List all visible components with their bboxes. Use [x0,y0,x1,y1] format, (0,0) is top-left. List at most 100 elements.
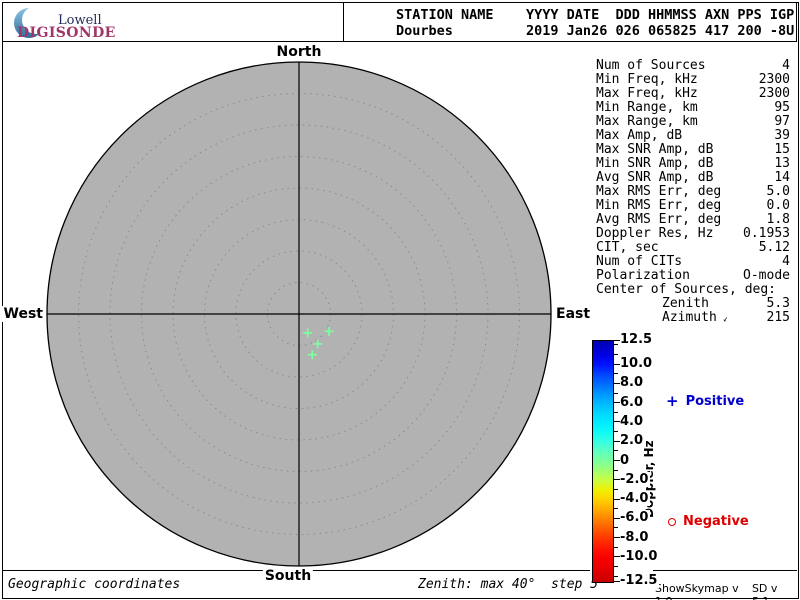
compass-label-south: South [262,568,314,584]
stat-label: Polarization [596,268,690,283]
colorbar-minor-tick [614,469,618,471]
app-version-label: ShowSkymap v 1.0 [655,582,739,600]
stat-label: Min Range, km [596,100,698,115]
stat-label: Min RMS Err, deg [596,198,722,213]
stat-row: Max Freq, kHz 2300 [596,87,790,101]
sd-version-label: SD v 5.1 [751,582,778,600]
stat-row: Min SNR Amp, dB 13 [596,157,790,171]
colorbar-minor-tick [614,373,618,375]
logo-text-digisonde: DIGISONDE [17,25,116,41]
stat-value: O-mode [743,268,790,283]
legend-positive: + Positive [666,394,745,410]
stat-label: Num of CITs [596,254,683,269]
stat-label: Avg RMS Err, deg [596,212,722,227]
stat-label: Max Range, km [596,114,698,129]
colorbar-minor-tick [614,392,618,394]
stat-row: Avg SNR Amp, dB 14 [596,171,790,185]
stat-value: 2300 [758,72,790,87]
colorbar-minor-tick [614,546,618,548]
stat-row: Polarization O-mode [596,269,790,283]
colorbar-tick-label: -4.0 [620,491,651,507]
colorbar-tick-label: 4.0 [620,413,646,429]
stat-label: Zenith [662,296,709,311]
stat-row: Avg RMS Err, deg 1.8 [596,213,790,227]
zenith-scale-label: Zenith: max 40° step 5° [418,577,606,592]
stat-label: Center of Sources, deg: [596,282,777,297]
showskymap-window: Lowell DIGISONDE STATION NAME YYYY DATE … [0,0,800,600]
stat-value: 5.12 [758,240,790,255]
legend-negative-label: Negative [683,514,749,529]
stat-value: 5.3 [766,296,790,311]
doppler-colorbar [592,340,614,583]
stat-label: Min SNR Amp, dB [596,156,714,171]
stat-label: Max SNR Amp, dB [596,142,714,157]
compass-label-west: West [0,306,43,322]
coordinates-mode-label: Geographic coordinates [8,577,181,592]
stat-row: Center of Sources, deg: [596,283,790,297]
stat-value: 15 [774,142,790,157]
colorbar-tick-label: -2.0 [620,471,651,487]
stat-row: Zenith 5.3 [596,297,790,311]
stat-row: Num of Sources 4 [596,59,790,73]
compass-label-north: North [276,44,322,60]
station-info-column-headers: STATION NAME YYYY DATE DDD HHMMSS AXN PP… [396,7,795,23]
colorbar-tick-label: 0 [620,452,632,468]
stat-value: 1.8 [766,212,790,227]
stat-row: Max Range, km 97 [596,115,790,129]
station-info-values: Dourbes 2019 Jan26 026 065825 417 200 -8… [396,23,795,39]
stat-row: Min RMS Err, deg 0.0 [596,199,790,213]
measurement-stats-panel: Num of Sources 4 Min Freq, kHz 2300 Max Freq… [596,59,790,325]
colorbar-tick-label: 2.0 [620,433,646,449]
colorbar-tick-label: 10.0 [620,356,655,372]
stat-label: Max RMS Err, deg [596,184,722,199]
stat-value: 13 [774,156,790,171]
stat-label: CIT, sec [596,240,659,255]
stat-row: Num of CITs 4 [596,255,790,269]
stat-row: Azimuth ↑ 215 [596,311,790,325]
stat-row: Max Amp, dB 39 [596,129,790,143]
version-info: ShowSkymap v 1.0 SD v 5.1 [655,582,795,600]
stat-value: 215 [766,310,790,325]
azimuth-direction-arrow-icon: ↑ [720,313,731,325]
colorbar-tick-label: -6.0 [620,510,651,526]
lowell-digisonde-logo: Lowell DIGISONDE [3,3,344,41]
stat-label: Max Freq, kHz [596,86,698,101]
stat-value: 4 [782,58,790,73]
colorbar-tick-label: -12.5 [620,573,660,588]
stat-label: Avg SNR Amp, dB [596,170,714,185]
stat-label: Num of Sources [596,58,706,73]
colorbar-minor-tick [614,566,618,568]
colorbar-minor-tick [614,575,618,577]
colorbar-tick-label: -8.0 [620,529,651,545]
colorbar-minor-tick [614,353,618,355]
stat-label: Doppler Res, Hz [596,226,714,241]
stat-label: Min Freq, kHz [596,72,698,87]
stat-value: 2300 [758,86,790,101]
colorbar-minor-tick [614,527,618,529]
colorbar-minor-tick [614,431,618,433]
stat-value: 0.1953 [743,226,790,241]
stat-row: Max SNR Amp, dB 15 [596,143,790,157]
stat-row: CIT, sec 5.12 [596,241,790,255]
legend-negative: Negative [668,514,749,529]
stat-value: 0.0 [766,198,790,213]
stat-row: Min Freq, kHz 2300 [596,73,790,87]
stat-row: Min Range, km 95 [596,101,790,115]
colorbar-minor-tick [614,411,618,413]
colorbar-minor-tick [614,508,618,510]
stat-row: Max RMS Err, deg 5.0 [596,185,790,199]
stat-label: Max Amp, dB [596,128,683,143]
stat-row: Doppler Res, Hz 0.1953 [596,227,790,241]
colorbar-tick-label: 6.0 [620,394,646,410]
colorbar-tick-label: -10.0 [620,548,660,564]
header-bar: Lowell DIGISONDE STATION NAME YYYY DATE … [2,2,797,42]
colorbar-tick-label: 12.5 [620,332,655,347]
stat-value: 95 [774,100,790,115]
colorbar-minor-tick [614,344,618,346]
stat-value: 14 [774,170,790,185]
stat-label: Azimuth ↑ [662,310,731,325]
footer-divider-right [653,570,797,571]
stat-value: 39 [774,128,790,143]
legend-positive-label: Positive [685,394,745,409]
compass-label-east: East [556,306,591,322]
